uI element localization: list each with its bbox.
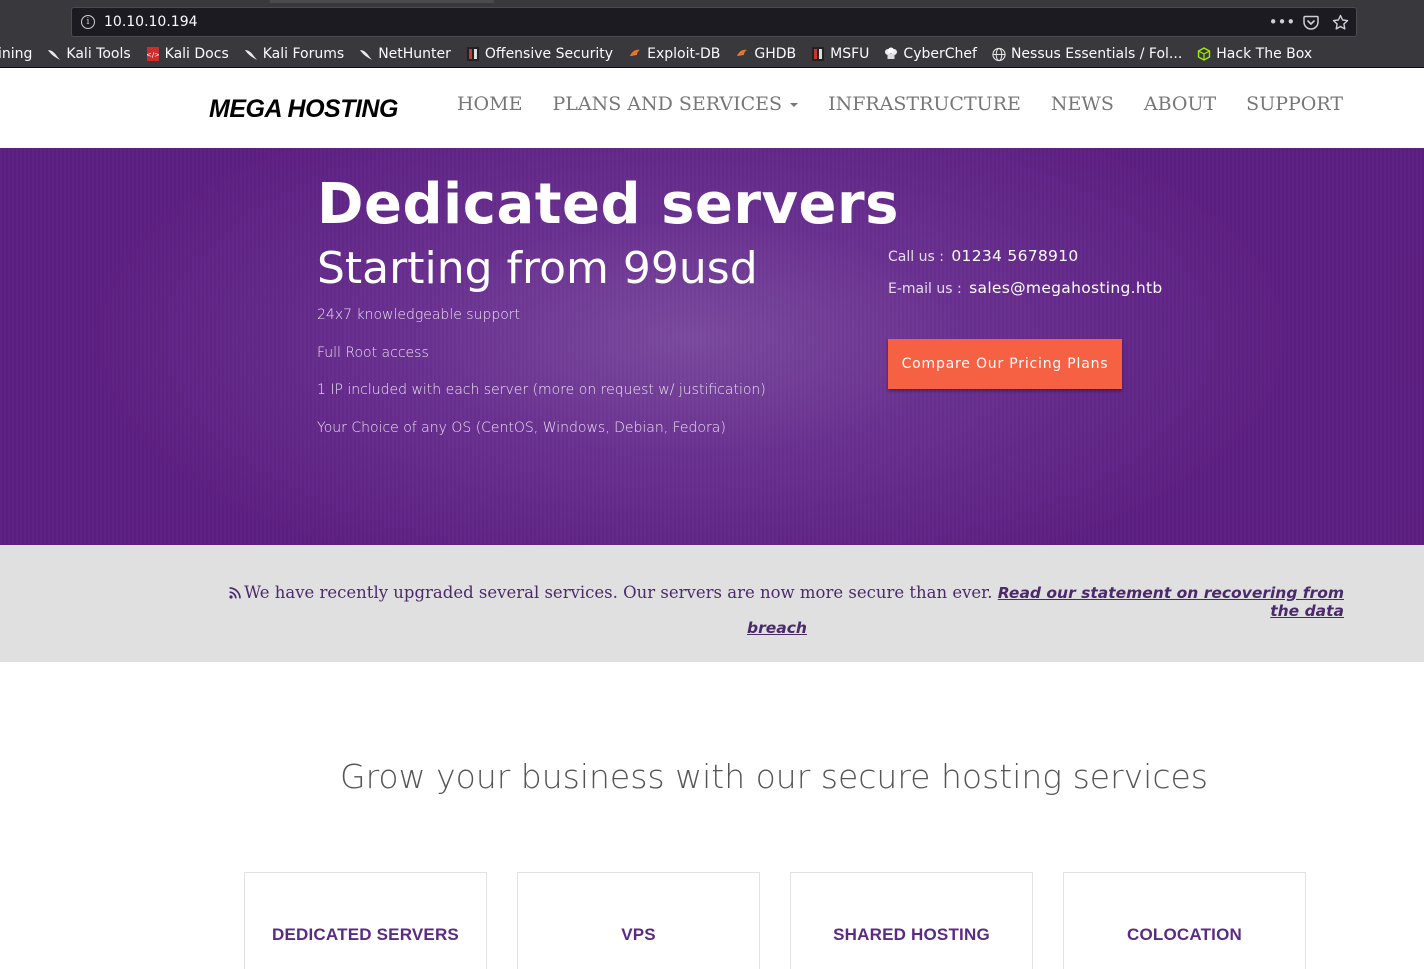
service-card-dedicated[interactable]: DEDICATED SERVERS (244, 872, 487, 969)
notice-content: We have recently upgraded several servic… (204, 584, 1344, 637)
bookmark-label: MSFU (830, 46, 870, 62)
bookmark-label: Offensive Security (484, 46, 614, 62)
site-header: MEGA HOSTING HOME PLANS AND SERVICES INF… (0, 68, 1424, 148)
kali-dragon-icon (47, 47, 61, 61)
bookmark-label: NetHunter (378, 46, 451, 62)
bookmark-label: Exploit-DB (647, 46, 721, 62)
offsec-icon (811, 47, 825, 61)
address-bar[interactable]: i 10.10.10.194 ••• (71, 7, 1357, 37)
exploitdb-icon (628, 47, 642, 61)
bookmark-hack-the-box[interactable]: Hack The Box (1197, 46, 1312, 62)
dropdown-caret-icon (790, 103, 799, 107)
hero-feature: 1 IP included with each server (more on … (317, 382, 766, 398)
bookmark-label: Nessus Essentials / Fol... (1010, 46, 1183, 62)
rss-icon (229, 587, 241, 599)
bookmark-offensive-security[interactable]: Offensive Security (466, 46, 613, 62)
nav-plans-label: PLANS AND SERVICES (552, 93, 783, 115)
phone-label: Call us : (888, 249, 944, 265)
main-nav: HOME PLANS AND SERVICES INFRASTRUCTURE N… (457, 93, 1343, 115)
nav-infrastructure[interactable]: INFRASTRUCTURE (828, 93, 1021, 115)
offsec-icon (466, 47, 480, 61)
pocket-icon[interactable] (1301, 12, 1321, 32)
active-tab-indicator (270, 0, 494, 3)
bookmark-nethunter[interactable]: NetHunter (359, 46, 451, 62)
notice-text: We have recently upgraded several servic… (244, 583, 993, 602)
bookmark-kali-forums[interactable]: Kali Forums (244, 46, 344, 62)
nav-support[interactable]: SUPPORT (1246, 93, 1343, 115)
exploitdb-icon (735, 47, 749, 61)
contact-email: E-mail us : sales@megahosting.htb (888, 279, 1163, 297)
bookmark-ghdb[interactable]: GHDB (735, 46, 796, 62)
nav-plans-and-services[interactable]: PLANS AND SERVICES (552, 93, 799, 115)
hero-feature: 24x7 knowledgeable support (317, 307, 521, 323)
bookmark-label: CyberChef (903, 46, 977, 62)
nav-about[interactable]: ABOUT (1144, 93, 1216, 115)
chef-icon (884, 47, 898, 61)
site-info-icon[interactable]: i (81, 15, 95, 29)
service-card-label: VPS (621, 925, 656, 944)
bookmark-label: Hack The Box (1216, 46, 1313, 62)
bookmark-label: GHDB (754, 46, 797, 62)
bookmarks-toolbar: ining Kali Tools </> Kali Docs Kali Foru… (0, 41, 1424, 67)
notice-bar: We have recently upgraded several servic… (0, 545, 1424, 662)
contact-info: Call us : 01234 5678910 E-mail us : sale… (888, 247, 1163, 311)
url-text[interactable]: 10.10.10.194 (104, 14, 198, 30)
service-card-label: DEDICATED SERVERS (272, 925, 459, 944)
bookmark-star-icon[interactable] (1330, 12, 1350, 32)
htb-cube-icon (1197, 47, 1211, 61)
contact-phone: Call us : 01234 5678910 (888, 247, 1163, 265)
bookmark-training[interactable]: ining (0, 46, 32, 62)
compare-pricing-button[interactable]: Compare Our Pricing Plans (888, 339, 1122, 389)
bookmark-kali-tools[interactable]: Kali Tools (47, 46, 131, 62)
bookmark-cyberchef[interactable]: CyberChef (884, 46, 977, 62)
phone-number[interactable]: 01234 5678910 (951, 247, 1078, 265)
hero-feature-list: 24x7 knowledgeable support Full Root acc… (317, 307, 766, 457)
service-card-shared[interactable]: SHARED HOSTING (790, 872, 1033, 969)
service-card-vps[interactable]: VPS (517, 872, 760, 969)
email-address[interactable]: sales@megahosting.htb (969, 279, 1162, 297)
bookmark-kali-docs[interactable]: </> Kali Docs (146, 46, 229, 62)
bookmark-nessus[interactable]: Nessus Essentials / Fol... (992, 46, 1182, 62)
hero-title: Dedicated servers (317, 172, 899, 237)
data-breach-statement-link-cont[interactable]: breach (204, 620, 1344, 637)
bookmark-label: Kali Docs (164, 46, 229, 62)
nav-home[interactable]: HOME (457, 93, 522, 115)
email-label: E-mail us : (888, 281, 962, 297)
address-bar-actions: ••• (1269, 12, 1350, 32)
services-heading: Grow your business with our secure hosti… (340, 757, 1208, 796)
svg-text:</>: </> (147, 51, 159, 59)
page-actions-more-icon[interactable]: ••• (1269, 12, 1296, 32)
service-card-colocation[interactable]: COLOCATION (1063, 872, 1306, 969)
site-logo[interactable]: MEGA HOSTING (209, 95, 398, 124)
service-card-label: SHARED HOSTING (833, 925, 990, 944)
hero-banner: Dedicated servers Starting from 99usd 24… (0, 148, 1424, 545)
nav-news[interactable]: NEWS (1051, 93, 1114, 115)
hero-subtitle: Starting from 99usd (317, 243, 758, 294)
bookmark-exploit-db[interactable]: Exploit-DB (628, 46, 720, 62)
bookmark-msfu[interactable]: MSFU (811, 46, 869, 62)
bookmark-label: ining (0, 46, 33, 62)
bookmark-label: Kali Forums (262, 46, 345, 62)
kali-dragon-icon (244, 47, 258, 61)
data-breach-statement-link[interactable]: Read our statement on recovering from th… (998, 584, 1344, 620)
service-cards: DEDICATED SERVERS VPS SHARED HOSTING COL… (244, 872, 1306, 969)
service-card-label: COLOCATION (1126, 925, 1242, 944)
kali-dragon-icon (359, 47, 373, 61)
hero-feature: Full Root access (317, 344, 429, 361)
browser-chrome: i 10.10.10.194 ••• ining Kali Tools </> … (0, 0, 1424, 68)
kali-docs-icon: </> (146, 47, 160, 61)
globe-icon (992, 47, 1006, 61)
hero-feature: Your Choice of any OS (CentOS, Windows, … (317, 419, 726, 436)
bookmark-label: Kali Tools (66, 46, 131, 62)
